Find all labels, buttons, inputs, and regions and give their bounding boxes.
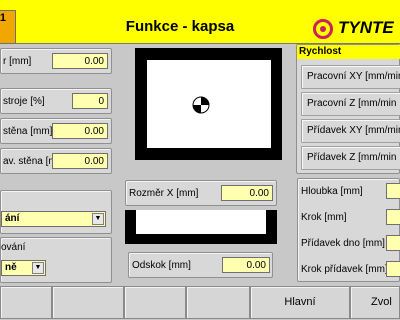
geometry-field-krok[interactable]	[386, 209, 400, 225]
rozmer-x-field[interactable]: 0.00	[221, 185, 273, 201]
mode-select-2[interactable]: ně ▼	[1, 260, 46, 276]
odskok-row: Odskok [mm] 0.00	[128, 252, 273, 278]
mode-select-1[interactable]: ání ▼	[1, 211, 106, 227]
param-label-2: stroje [%]	[3, 96, 45, 107]
softkey-1[interactable]	[0, 286, 52, 319]
program-code-box: 6-01 39	[0, 10, 16, 44]
geometry-label-hloubka: Hloubka [mm]	[301, 186, 363, 197]
program-code-line2: 39	[0, 25, 15, 39]
softkey-3[interactable]	[124, 286, 186, 319]
param-field-1[interactable]: 0.00	[52, 53, 108, 69]
geometry-label-krok-pridavek: Krok přídavek [mm]	[301, 264, 388, 275]
speed-item-pracovni-xy[interactable]: Pracovní XY [mm/min	[301, 65, 400, 89]
param-field-4[interactable]: 0.00	[52, 153, 108, 169]
param-field-3[interactable]: 0.00	[52, 123, 108, 139]
param-label-1: r [mm]	[3, 56, 32, 67]
program-code-line1: 6-01	[0, 12, 7, 24]
speed-item-pridavek-xy[interactable]: Přídavek XY [mm/min	[301, 119, 400, 143]
logo: TYNTE	[338, 18, 394, 37]
softkey-2[interactable]	[52, 286, 124, 319]
param-label-3: stěna [mm]	[3, 126, 53, 137]
chevron-down-icon[interactable]: ▼	[92, 213, 104, 225]
rozmer-x-label: Rozměr X [mm]	[129, 188, 199, 199]
geometry-label-pridavek-dno: Přídavek dno [mm]	[301, 238, 385, 249]
logo-ring-icon	[313, 19, 333, 39]
select-group-2-label: ování	[1, 242, 26, 253]
select-group-2: ování ně ▼	[0, 237, 112, 283]
param-row-3: stěna [mm] 0.00	[0, 118, 112, 144]
select-group-1: ání ▼	[0, 190, 112, 234]
odskok-label: Odskok [mm]	[132, 260, 191, 271]
odskok-field[interactable]: 0.00	[222, 257, 270, 273]
main-button[interactable]: Hlavní	[250, 286, 350, 319]
geometry-label-krok: Krok [mm]	[301, 212, 347, 223]
geometry-field-pridavek-dno[interactable]	[386, 235, 400, 251]
geometry-field-hloubka[interactable]	[386, 183, 400, 199]
speed-item-pracovni-z[interactable]: Pracovní Z [mm/min	[301, 92, 400, 116]
mode-select-1-value: ání	[5, 213, 20, 224]
mode-select-2-value: ně	[5, 262, 17, 273]
speed-group-title: Rychlost	[297, 45, 400, 59]
param-row-1: r [mm] 0.00	[0, 48, 112, 74]
geometry-field-krok-pridavek[interactable]	[386, 261, 400, 277]
select-button[interactable]: Zvol	[350, 286, 400, 319]
param-field-2[interactable]: 0	[72, 93, 108, 109]
pocket-preview-side-inner	[136, 210, 266, 234]
speed-group: Rychlost Pracovní XY [mm/min Pracovní Z …	[296, 44, 400, 174]
chevron-down-icon[interactable]: ▼	[32, 262, 44, 274]
page-title: Funkce - kapsa	[125, 18, 235, 35]
speed-item-pridavek-z[interactable]: Přídavek Z [mm/min	[301, 146, 400, 170]
geometry-group: Hloubka [mm] Krok [mm] Přídavek dno [mm]…	[297, 178, 400, 282]
rozmer-x-row: Rozměr X [mm] 0.00	[125, 180, 277, 206]
tool-center-icon	[192, 96, 210, 114]
param-row-2: stroje [%] 0	[0, 88, 112, 114]
softkey-4[interactable]	[186, 286, 250, 319]
param-row-4: av. stěna [mm] 0.00	[0, 148, 112, 174]
